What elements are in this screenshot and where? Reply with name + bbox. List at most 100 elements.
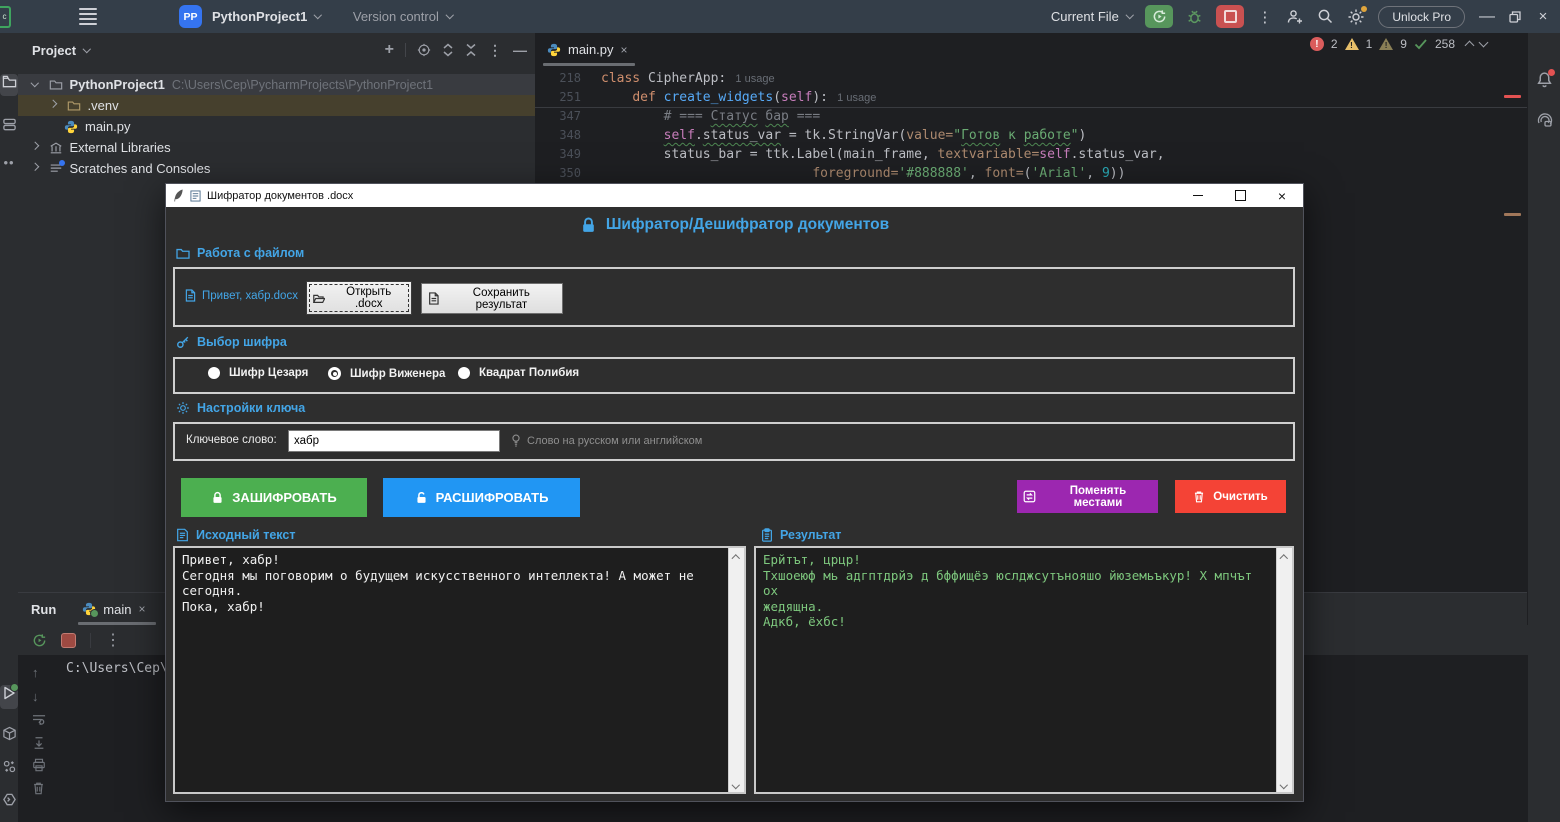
code-line: 251 def create_widgets(self): 1 usage: [535, 88, 1527, 107]
open-docx-button[interactable]: Открыть .docx: [306, 281, 412, 315]
run-tab-main[interactable]: main ×: [82, 593, 145, 625]
clear-button[interactable]: Очистить: [1175, 480, 1286, 513]
radio-icon: [458, 367, 470, 379]
app-heading: Шифратор/Дешифратор документов: [166, 216, 1303, 234]
notifications-bell-icon[interactable]: [1528, 71, 1560, 88]
app-window-title: Шифратор документов .docx: [207, 190, 353, 202]
version-control-selector[interactable]: Version control: [353, 9, 453, 24]
expand-all-icon[interactable]: [442, 43, 454, 57]
locate-file-icon[interactable]: [417, 43, 431, 57]
sticky-lines-separator: [535, 107, 1527, 108]
project-panel-title[interactable]: Project: [32, 43, 76, 58]
tree-row-external-libraries[interactable]: External Libraries: [18, 137, 535, 158]
swap-button[interactable]: Поменять местами: [1017, 480, 1158, 513]
lock-icon: [580, 217, 597, 234]
up-stacktrace-icon[interactable]: ↑: [32, 665, 39, 680]
code-view[interactable]: 218class CipherApp: 1 usage 251 def crea…: [535, 69, 1527, 183]
close-window-button[interactable]: ×: [1534, 8, 1552, 25]
unlock-pro-button[interactable]: Unlock Pro: [1378, 6, 1465, 28]
commit-tool-icon[interactable]: [0, 117, 18, 132]
soft-wrap-icon[interactable]: [32, 713, 47, 726]
key-word-input[interactable]: [288, 430, 500, 452]
result-scrollbar[interactable]: [1276, 548, 1292, 792]
minimize-window-button[interactable]: —: [1478, 8, 1496, 26]
gear-icon: [176, 401, 190, 415]
run-button[interactable]: [1145, 5, 1173, 28]
terminal-tool-icon[interactable]: [0, 792, 18, 807]
radio-polybius[interactable]: Квадрат Полибия: [458, 367, 579, 379]
decrypt-button[interactable]: РАСШИФРОВАТЬ: [383, 478, 580, 517]
close-tab-icon[interactable]: ×: [621, 43, 628, 57]
collapse-all-icon[interactable]: [465, 43, 477, 57]
result-textarea[interactable]: Ерйтът, црцр! Тхшоеюф мь адгптдрйэ д бфф…: [754, 546, 1294, 794]
unlock-icon: [415, 491, 428, 505]
hide-panel-icon[interactable]: —: [513, 42, 527, 58]
stop-icon[interactable]: [61, 633, 76, 648]
print-icon[interactable]: [32, 758, 46, 772]
bulb-icon: [511, 434, 521, 447]
scroll-to-end-icon[interactable]: [32, 736, 46, 750]
stop-button[interactable]: [1216, 5, 1244, 28]
tree-row-main-py[interactable]: main.py: [18, 116, 535, 137]
close-tab-icon[interactable]: ×: [138, 602, 145, 616]
settings-button[interactable]: [1347, 8, 1365, 26]
run-tool-icon[interactable]: [0, 685, 18, 709]
error-stripe-mark[interactable]: [1504, 95, 1521, 98]
chevron-down-icon: [83, 45, 91, 53]
python-packages-tool-icon[interactable]: [0, 726, 18, 741]
app-titlebar[interactable]: Шифратор документов .docx ×: [166, 184, 1303, 207]
rerun-icon[interactable]: [32, 633, 47, 648]
trash-icon: [1193, 490, 1205, 503]
ai-assistant-icon[interactable]: [1528, 111, 1560, 129]
project-badge[interactable]: PP: [179, 5, 202, 28]
source-scrollbar[interactable]: [728, 548, 744, 792]
prev-problem-icon[interactable]: [1465, 41, 1475, 51]
cipher-app-window: Шифратор документов .docx × Шифратор/Деш…: [165, 183, 1304, 802]
add-user-icon[interactable]: [1286, 8, 1304, 26]
debug-icon[interactable]: [1186, 8, 1203, 25]
tree-row-scratches[interactable]: Scratches and Consoles: [18, 158, 535, 179]
run-panel-title[interactable]: Run: [31, 602, 56, 617]
main-menu-icon[interactable]: [79, 5, 97, 28]
tree-row-project-root[interactable]: PythonProject1 C:\Users\Cep\PycharmProje…: [18, 74, 535, 95]
feather-icon: [173, 189, 184, 202]
project-selector[interactable]: PythonProject1: [212, 9, 321, 24]
down-stacktrace-icon[interactable]: ↓: [32, 689, 39, 704]
tab-main-py[interactable]: main.py ×: [535, 33, 638, 66]
more-tools-icon[interactable]: ••: [0, 155, 18, 170]
radio-caesar[interactable]: Шифр Цезаря: [208, 367, 308, 379]
search-icon[interactable]: [1317, 8, 1334, 25]
inspections-widget[interactable]: ! 2 ! 1 ! 9 258: [1310, 37, 1487, 51]
next-problem-icon[interactable]: [1479, 38, 1489, 48]
python-file-icon: [547, 43, 561, 57]
options-icon[interactable]: ⋮: [488, 42, 502, 59]
file-section-frame: Привет, хабр.docx Открыть .docx Сохранит…: [173, 267, 1295, 327]
restore-window-button[interactable]: [1509, 11, 1521, 23]
app-maximize-button[interactable]: [1219, 184, 1261, 207]
app-close-button[interactable]: ×: [1261, 184, 1303, 207]
warning-stripe-mark[interactable]: [1504, 213, 1521, 216]
clipboard-icon: [761, 528, 773, 542]
taskbar-app-icon[interactable]: c: [0, 6, 11, 28]
radio-icon: [208, 367, 220, 379]
clear-console-icon[interactable]: [32, 781, 45, 795]
folder-icon: [67, 99, 81, 113]
save-result-button[interactable]: Сохранить результат: [421, 283, 563, 314]
code-line: 350 foreground='#888888', font=('Arial',…: [535, 164, 1527, 183]
source-textarea[interactable]: Привет, хабр! Сегодня мы поговорим о буд…: [173, 546, 746, 794]
run-config-selector[interactable]: Current File: [1051, 9, 1132, 24]
services-tool-icon[interactable]: [0, 759, 18, 774]
project-tool-icon[interactable]: [0, 74, 18, 96]
encrypt-button[interactable]: ЗАШИФРОВАТЬ: [181, 478, 367, 517]
more-actions-icon[interactable]: ⋮: [1257, 8, 1273, 26]
folder-icon: [176, 247, 190, 259]
app-minimize-button[interactable]: [1177, 184, 1219, 207]
radio-vigenere[interactable]: Шифр Виженера: [328, 367, 445, 380]
more-icon[interactable]: ⋮: [105, 630, 121, 650]
chevron-down-icon: [446, 11, 454, 19]
add-icon[interactable]: +: [385, 41, 394, 59]
active-tab-underline: [543, 63, 635, 66]
code-line: 348 self.status_var = tk.StringVar(value…: [535, 126, 1527, 145]
key-hint: Слово на русском или английском: [511, 434, 702, 447]
tree-row-venv[interactable]: .venv: [18, 95, 535, 116]
